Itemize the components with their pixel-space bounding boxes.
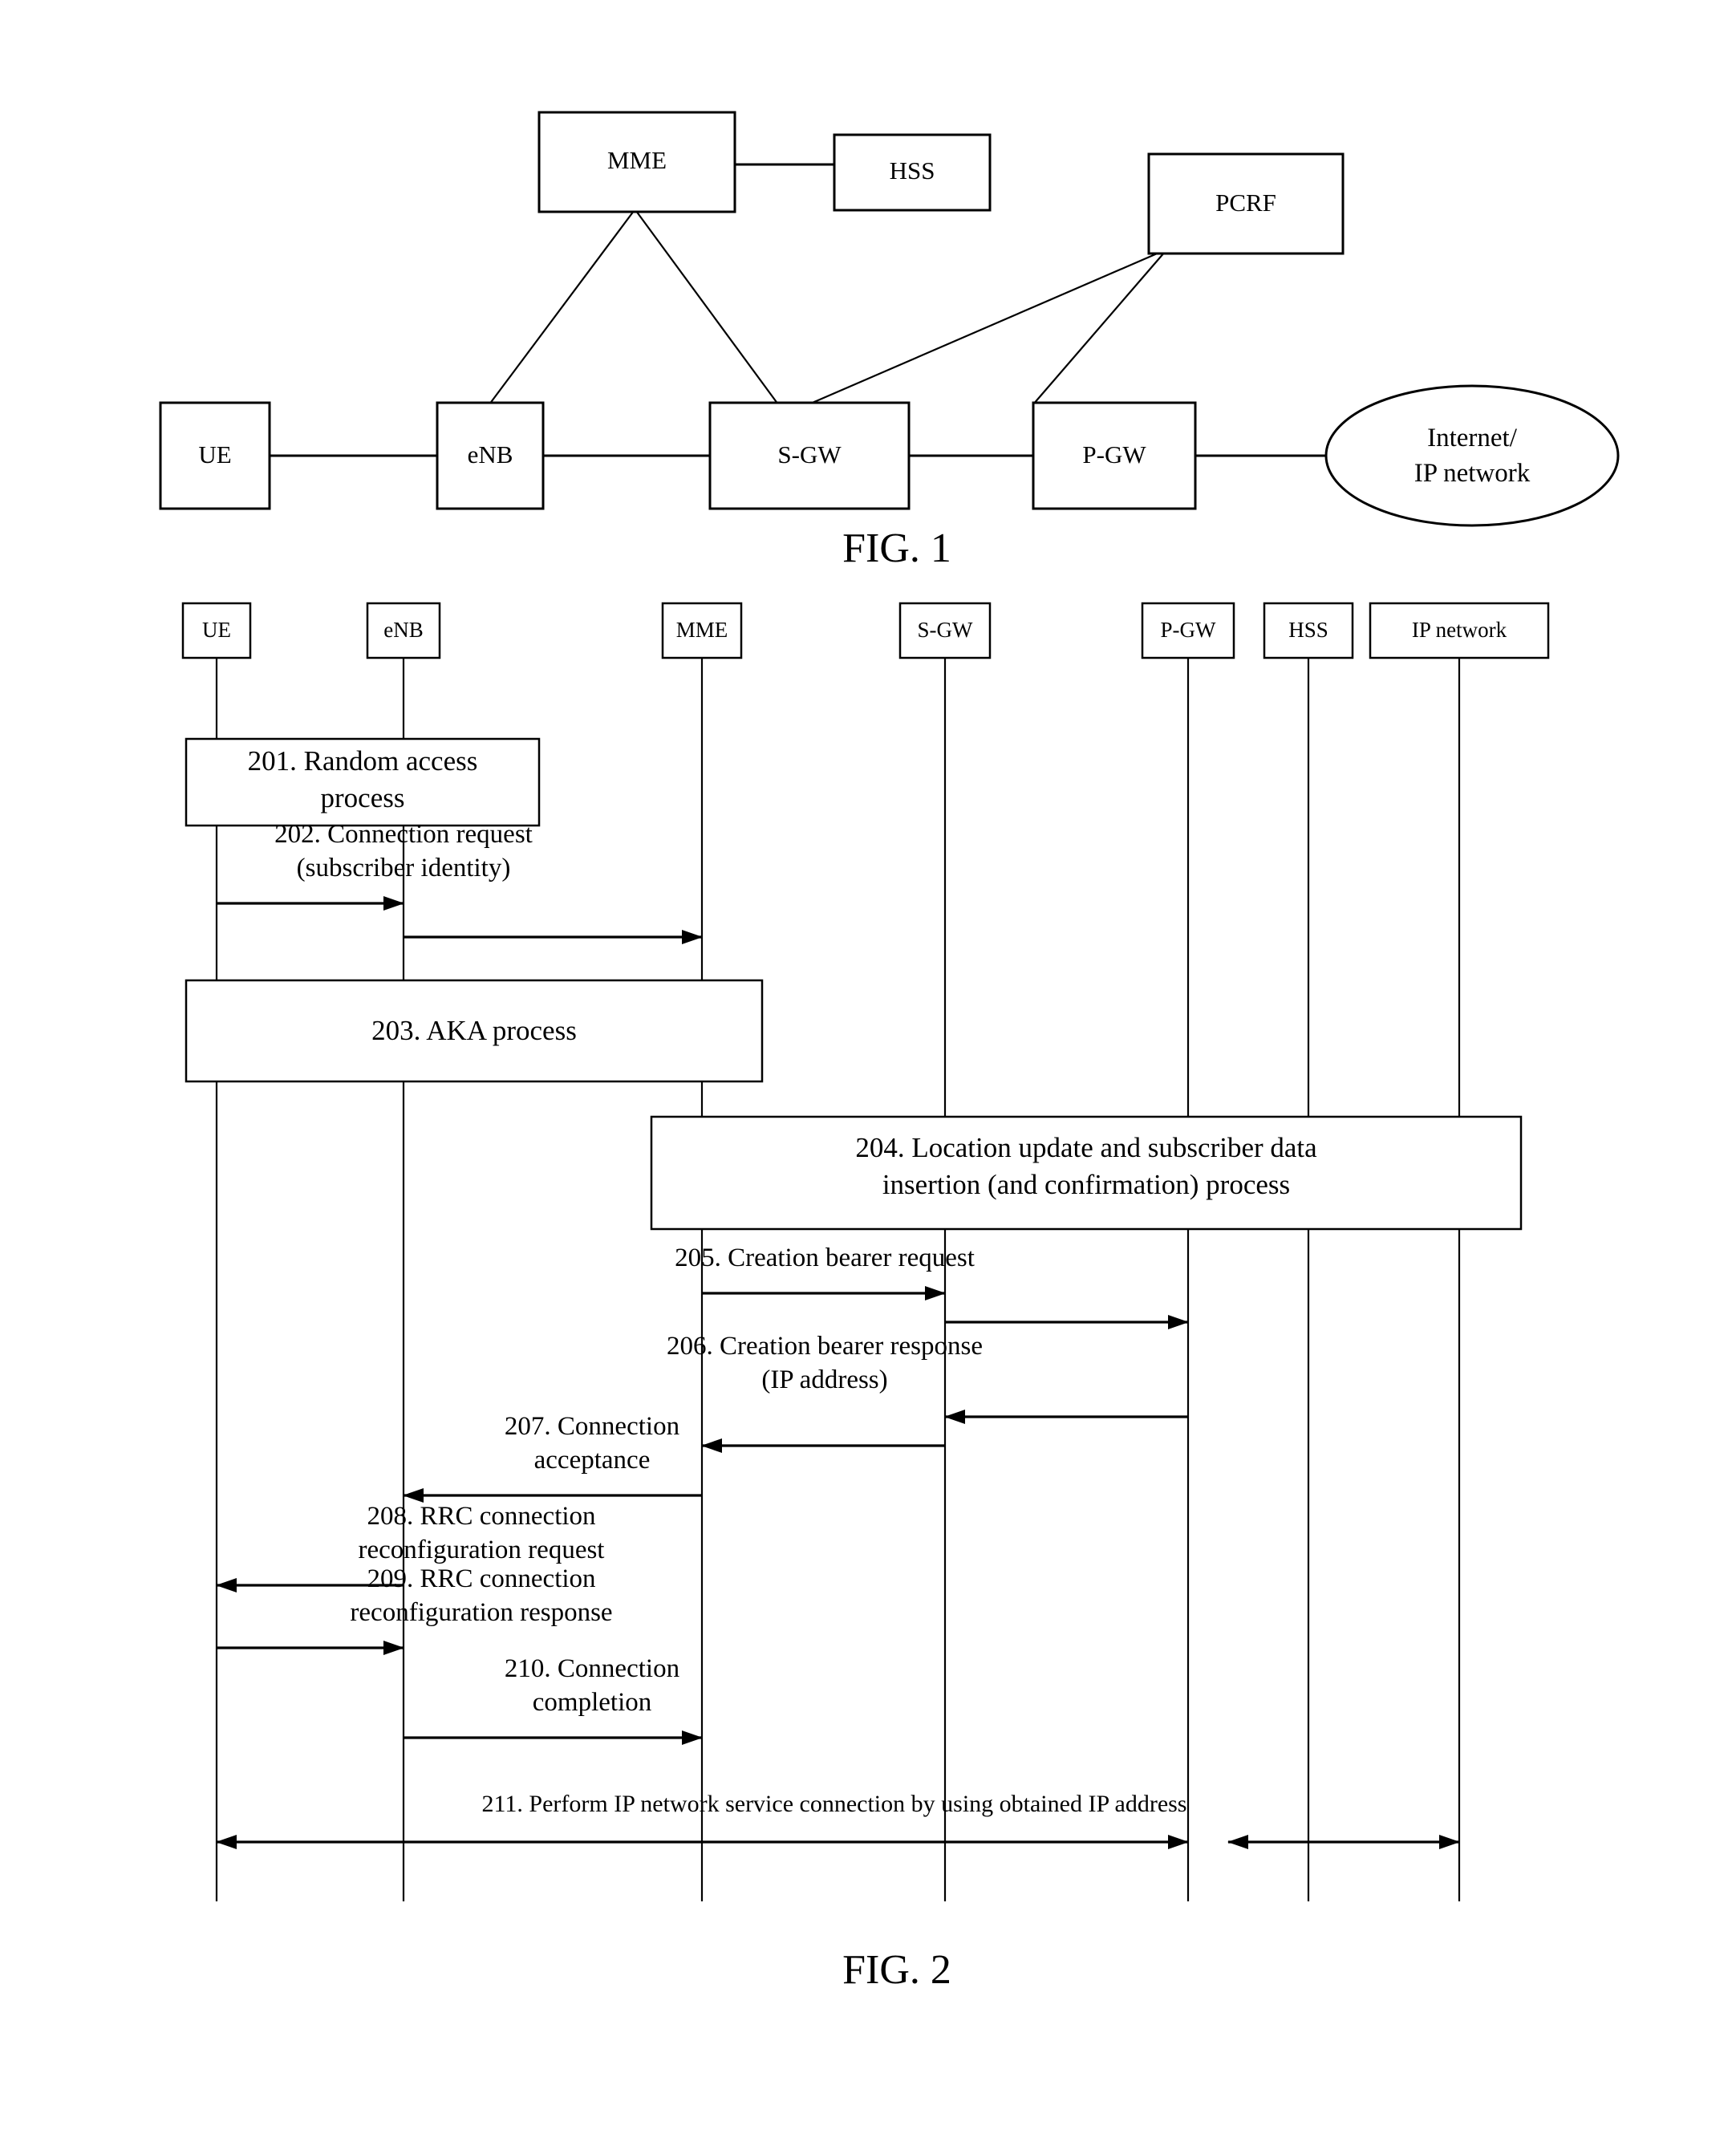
fig2-header-sgw: S-GW: [898, 602, 992, 659]
fig2-step-201: 201. Random access process: [185, 737, 541, 827]
step-210-line2: completion: [533, 1688, 651, 1717]
fig1-node-hss: HSS: [833, 133, 992, 212]
fig2-enb-label: eNB: [383, 618, 424, 642]
fig1-internet-line1: Internet/: [1427, 424, 1518, 452]
fig2-step-209: 209. RRC connection reconfiguration resp…: [217, 1564, 613, 1655]
fig1-node-sgw: S-GW: [708, 401, 911, 510]
step-202-line1: 202. Connection request: [274, 820, 533, 849]
step-204-line2: insertion (and confirmation) process: [882, 1169, 1290, 1200]
step-206-line2: (IP address): [761, 1365, 887, 1394]
fig2-step-203: 203. AKA process: [185, 979, 764, 1083]
step-204-line1: 204. Location update and subscriber data: [855, 1132, 1317, 1163]
fig2-header-enb: eNB: [366, 602, 441, 659]
step-207-line1: 207. Connection: [505, 1412, 679, 1441]
step-205-line1: 205. Creation bearer request: [675, 1244, 975, 1272]
fig2-header-ue: UE: [181, 602, 252, 659]
step-209-line1: 209. RRC connection: [367, 1564, 595, 1593]
link-pcrf-sgw: [808, 250, 1162, 406]
fig2-header-pgw: P-GW: [1141, 602, 1235, 659]
figure-1-caption: FIG. 1: [842, 525, 951, 571]
fig1-mme-label: MME: [607, 146, 667, 174]
fig2-step-202: 202. Connection request (subscriber iden…: [217, 820, 703, 944]
fig2-sgw-label: S-GW: [918, 618, 974, 642]
step-210-line1: 210. Connection: [505, 1654, 679, 1683]
figure-2-sequence-diagram: UE eNB MME S-GW P-GW HSS IP network 201.…: [181, 602, 1550, 1993]
fig2-lifeline-headers: UE eNB MME S-GW P-GW HSS IP network: [181, 602, 1550, 659]
fig1-node-mme: MME: [537, 111, 736, 213]
fig2-step-204: 204. Location update and subscriber data…: [650, 1115, 1523, 1231]
link-mme-sgw: [635, 210, 779, 405]
fig2-header-mme: MME: [661, 602, 743, 659]
step-209-line2: reconfiguration response: [350, 1598, 612, 1627]
fig1-enb-label: eNB: [468, 440, 513, 469]
fig1-node-internet: Internet/ IP network: [1324, 384, 1620, 527]
step-208-line1: 208. RRC connection: [367, 1502, 595, 1531]
step-201-line1: 201. Random access: [248, 745, 478, 777]
figure-2-caption: FIG. 2: [842, 1947, 951, 1993]
fig1-node-enb: eNB: [436, 401, 545, 510]
fig2-ue-label: UE: [202, 618, 231, 642]
fig1-hss-label: HSS: [890, 156, 935, 185]
fig1-ue-label: UE: [198, 440, 231, 469]
patent-drawing-sheet: MME HSS PCRF UE eNB S-GW P-GW Internet/ …: [0, 0, 1736, 2130]
fig2-header-ipnet: IP network: [1369, 602, 1550, 659]
fig2-step-206: 206. Creation bearer response (IP addres…: [667, 1332, 1188, 1453]
fig1-pgw-label: P-GW: [1082, 440, 1146, 469]
step-211-line1: 211. Perform IP network service connecti…: [482, 1791, 1187, 1817]
step-208-line2: reconfiguration request: [359, 1536, 605, 1564]
fig2-pgw-label: P-GW: [1161, 618, 1217, 642]
fig1-node-ue: UE: [159, 401, 271, 510]
fig1-node-pcrf: PCRF: [1147, 152, 1345, 255]
step-202-line2: (subscriber identity): [297, 854, 511, 882]
step-206-line1: 206. Creation bearer response: [667, 1332, 983, 1361]
fig2-header-hss: HSS: [1263, 602, 1354, 659]
fig2-hss-label: HSS: [1288, 618, 1328, 642]
fig2-step-207: 207. Connection acceptance: [403, 1412, 702, 1503]
step-207-line2: acceptance: [534, 1446, 651, 1475]
fig1-sgw-label: S-GW: [777, 440, 842, 469]
fig2-ipnet-label: IP network: [1412, 618, 1507, 642]
step-203-line1: 203. AKA process: [371, 1015, 577, 1046]
fig1-pcrf-label: PCRF: [1215, 189, 1276, 217]
step-201-line2: process: [321, 782, 405, 813]
fig2-step-205: 205. Creation bearer request: [675, 1244, 1189, 1329]
fig2-mme-label: MME: [676, 618, 728, 642]
figure-1-network-architecture: MME HSS PCRF UE eNB S-GW P-GW Internet/ …: [159, 111, 1620, 571]
link-pcrf-pgw: [1032, 251, 1166, 405]
fig1-internet-line2: IP network: [1414, 459, 1531, 488]
link-mme-enb: [489, 210, 635, 405]
fig2-step-210: 210. Connection completion: [404, 1654, 703, 1745]
fig1-node-pgw: P-GW: [1032, 401, 1197, 510]
